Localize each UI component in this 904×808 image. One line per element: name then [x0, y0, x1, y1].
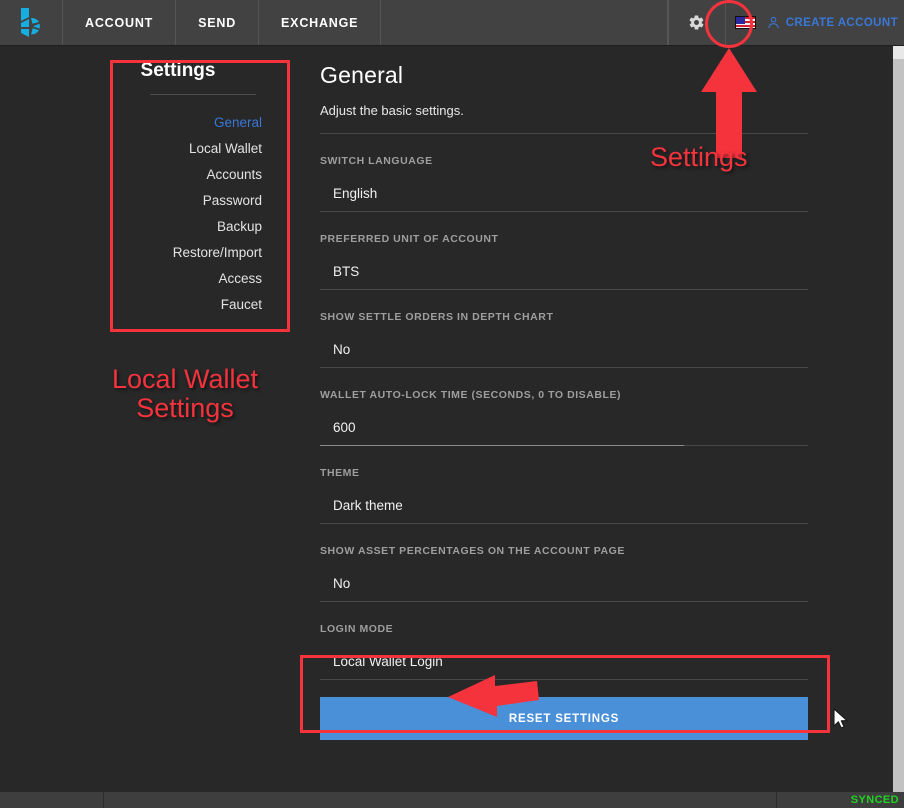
nav-item-exchange[interactable]: EXCHANGE: [259, 0, 382, 45]
setting-row-asset-percentages: SHOW ASSET PERCENTAGES ON THE ACCOUNT PA…: [320, 524, 808, 602]
page-title: General: [320, 62, 404, 88]
setting-control-auto-lock-time[interactable]: 600: [320, 420, 808, 446]
bitshares-logo-glyph: [21, 7, 40, 37]
sidebar-item-accounts-label: Accounts: [206, 166, 262, 182]
sidebar-item-restore-import-label: Restore/Import: [172, 244, 262, 260]
create-account-link[interactable]: CREATE ACCOUNT: [766, 15, 902, 30]
bitshares-wallet-app: ACCOUNT SEND EXCHANGE CREATE ACCOUNT Set…: [0, 0, 904, 808]
sidebar-item-password[interactable]: Password: [112, 187, 262, 213]
sidebar-title: Settings: [140, 60, 216, 81]
setting-label-unit-of-account: PREFERRED UNIT OF ACCOUNT: [320, 233, 499, 245]
us-flag-icon: [735, 16, 757, 29]
header-right-group: CREATE ACCOUNT: [667, 0, 904, 45]
nav-item-account[interactable]: ACCOUNT: [63, 0, 177, 45]
sidebar-item-faucet[interactable]: Faucet: [112, 291, 262, 317]
sidebar-item-faucet-label: Faucet: [220, 296, 262, 312]
setting-row-theme: THEME Dark theme: [320, 446, 808, 524]
top-header-bar: ACCOUNT SEND EXCHANGE CREATE ACCOUNT: [0, 0, 904, 46]
status-badge: SYNCED: [850, 794, 899, 806]
status-bar-segment-right: SYNCED: [777, 792, 904, 808]
status-bar-segment-left: [0, 792, 104, 808]
status-bar-segment-middle: [104, 792, 777, 808]
settings-gear-button[interactable]: [667, 0, 726, 45]
setting-label-login-mode: LOGIN MODE: [320, 623, 394, 635]
sidebar-item-accounts[interactable]: Accounts: [112, 161, 262, 187]
setting-label-switch-language: SWITCH LANGUAGE: [320, 155, 433, 167]
setting-value-switch-language: English: [333, 186, 378, 201]
setting-row-switch-language: SWITCH LANGUAGE English: [320, 134, 808, 212]
sidebar-item-backup[interactable]: Backup: [112, 213, 262, 239]
status-bar: SYNCED: [0, 792, 904, 808]
page-body: Settings General Local Wallet Accounts P…: [0, 46, 904, 792]
setting-row-unit-of-account: PREFERRED UNIT OF ACCOUNT BTS: [320, 212, 808, 290]
sidebar-item-local-wallet[interactable]: Local Wallet: [112, 135, 262, 161]
setting-label-auto-lock-time: WALLET AUTO-LOCK TIME (SECONDS, 0 TO DIS…: [320, 389, 622, 401]
setting-control-unit-of-account[interactable]: BTS: [320, 264, 808, 290]
sidebar-item-backup-label: Backup: [216, 218, 262, 234]
setting-row-auto-lock-time: WALLET AUTO-LOCK TIME (SECONDS, 0 TO DIS…: [320, 368, 808, 446]
setting-row-login-mode: LOGIN MODE Local Wallet Login: [320, 602, 808, 680]
setting-value-theme: Dark theme: [333, 498, 403, 513]
setting-control-login-mode[interactable]: Local Wallet Login: [320, 654, 808, 680]
reset-settings-button[interactable]: RESET SETTINGS: [320, 697, 808, 740]
sidebar-item-general[interactable]: General: [112, 109, 262, 135]
vertical-scrollbar-thumb[interactable]: [893, 46, 904, 59]
setting-control-asset-percentages[interactable]: No: [320, 576, 808, 602]
gear-icon: [689, 15, 704, 30]
nav-item-exchange-label: EXCHANGE: [281, 15, 359, 30]
setting-value-login-mode: Local Wallet Login: [333, 654, 443, 669]
general-settings-panel: General Adjust the basic settings. SWITC…: [320, 62, 808, 740]
settings-sidebar: Settings General Local Wallet Accounts P…: [112, 60, 284, 317]
setting-row-settle-orders: SHOW SETTLE ORDERS IN DEPTH CHART No: [320, 290, 808, 368]
setting-control-theme[interactable]: Dark theme: [320, 498, 808, 524]
flag-canton: [736, 17, 746, 24]
sidebar-item-access[interactable]: Access: [112, 265, 262, 291]
setting-value-settle-orders: No: [333, 342, 351, 357]
setting-value-unit-of-account: BTS: [333, 264, 360, 279]
page-subtitle: Adjust the basic settings.: [320, 103, 464, 118]
vertical-scrollbar-track[interactable]: [893, 46, 904, 792]
sidebar-divider: [150, 94, 256, 95]
setting-control-settle-orders[interactable]: No: [320, 342, 808, 368]
nav-item-account-label: ACCOUNT: [85, 15, 154, 30]
sidebar-item-password-label: Password: [202, 192, 262, 208]
nav-item-send[interactable]: SEND: [176, 0, 260, 45]
nav-item-send-label: SEND: [198, 15, 237, 30]
setting-control-switch-language[interactable]: English: [320, 186, 808, 212]
language-flag-button[interactable]: [726, 0, 766, 45]
header-spacer: [381, 0, 668, 45]
sidebar-item-access-label: Access: [218, 270, 262, 286]
setting-label-asset-percentages: SHOW ASSET PERCENTAGES ON THE ACCOUNT PA…: [320, 545, 625, 557]
setting-label-settle-orders: SHOW SETTLE ORDERS IN DEPTH CHART: [320, 311, 554, 323]
sidebar-item-local-wallet-label: Local Wallet: [188, 140, 262, 156]
setting-value-asset-percentages: No: [333, 576, 351, 591]
person-icon: [768, 16, 779, 28]
sidebar-item-restore-import[interactable]: Restore/Import: [112, 239, 262, 265]
create-account-label: CREATE ACCOUNT: [785, 16, 898, 29]
bitshares-logo-icon[interactable]: [0, 0, 63, 45]
sidebar-item-general-label: General: [213, 114, 262, 130]
setting-value-auto-lock-time: 600: [333, 420, 356, 435]
setting-label-theme: THEME: [320, 467, 360, 479]
